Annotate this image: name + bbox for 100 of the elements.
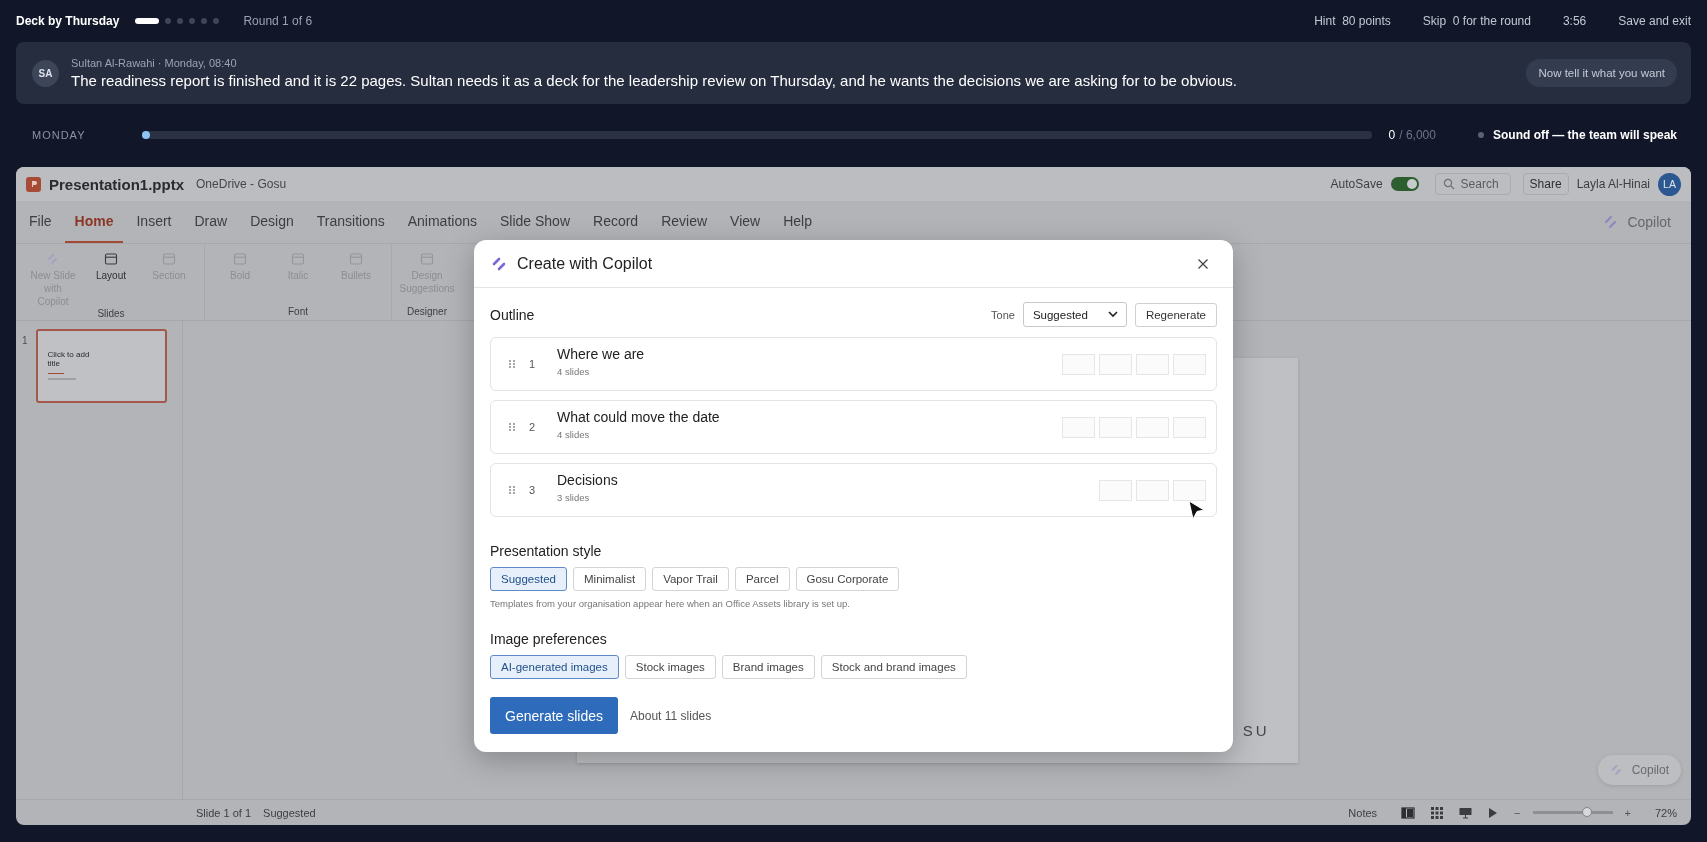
close-icon[interactable] (1197, 257, 1209, 270)
style-heading: Presentation style (490, 543, 603, 559)
zoom-thumb[interactable] (1581, 807, 1592, 817)
layout-icon (233, 252, 247, 266)
slide-preview (1099, 353, 1132, 375)
search-icon (1442, 178, 1455, 190)
zoom-out-button[interactable]: − (1514, 806, 1521, 819)
notes-button[interactable]: Notes (1348, 806, 1378, 819)
file-location: OneDrive - Gosu (196, 177, 287, 191)
regenerate-button[interactable]: Regenerate (1134, 302, 1217, 327)
layout-icon (104, 252, 118, 266)
style-option[interactable]: Parcel (734, 567, 790, 591)
timer: 3:56 (1562, 14, 1587, 28)
slide-preview (1099, 479, 1132, 501)
section-slide-count: 4 slides (557, 428, 591, 440)
ribbon-tab[interactable]: Design (240, 201, 304, 243)
message-meta: Sultan Al-Rawahi · Monday, 08:40 (71, 57, 238, 69)
section-number: 2 (529, 421, 537, 433)
slide-preview (1099, 416, 1132, 438)
sound-status: Sound off — the team will speak (1492, 128, 1677, 142)
zoom-in-button[interactable]: + (1624, 806, 1631, 819)
search-field[interactable]: Search (1434, 173, 1511, 195)
slide-preview (1173, 416, 1206, 438)
outline-section-card[interactable]: 1 Where we are 4 slides (490, 337, 1217, 391)
ribbon-tab[interactable]: Review (651, 201, 718, 243)
image-option[interactable]: Stock images (624, 655, 716, 679)
ribbon-tab[interactable]: Transitions (306, 201, 395, 243)
generate-button[interactable]: Generate slides (490, 697, 619, 734)
style-option[interactable]: Vapor Trail (652, 567, 729, 591)
section-number: 3 (529, 484, 537, 496)
tone-label: Tone (991, 308, 1015, 321)
outline-heading: Outline (490, 306, 535, 323)
style-option[interactable]: Minimalist (573, 567, 647, 591)
layout-icon (420, 252, 434, 266)
play-icon[interactable] (1488, 806, 1499, 819)
image-option[interactable]: AI-generated images (490, 655, 619, 679)
score: 0 (1388, 128, 1396, 142)
tone-dropdown[interactable]: Suggested (1022, 302, 1127, 327)
outline-section-card[interactable]: 2 What could move the date 4 slides (490, 400, 1217, 454)
ribbon-tab[interactable]: Draw (184, 201, 238, 243)
drag-handle-icon[interactable] (509, 486, 515, 494)
section-slide-count: 4 slides (557, 365, 591, 377)
day-label: MONDAY (31, 129, 87, 141)
ribbon-tab[interactable]: Record (583, 201, 649, 243)
ribbon-tab[interactable]: Slide Show (489, 201, 580, 243)
dialog-title: Create with Copilot (517, 254, 653, 273)
ribbon-tab[interactable]: View (720, 201, 771, 243)
share-button[interactable]: Share (1522, 173, 1569, 195)
ribbon-group-label: Font (288, 306, 308, 317)
slide-preview (1173, 353, 1206, 375)
ribbon-tab[interactable]: Animations (397, 201, 487, 243)
ribbon-tab[interactable]: Insert (126, 201, 182, 243)
skip-button[interactable]: Skip 0 for the round (1422, 14, 1531, 28)
ribbon-tab[interactable]: File (19, 201, 62, 243)
style-option[interactable]: Suggested (490, 567, 567, 591)
layout-icon (291, 252, 305, 266)
ribbon-tab[interactable]: Home (64, 201, 124, 243)
slide-preview (1062, 416, 1095, 438)
section-slide-count: 3 slides (557, 491, 591, 503)
autosave-label: AutoSave (1330, 177, 1383, 191)
section-title: Where we are (557, 345, 645, 362)
slide-preview (1136, 416, 1169, 438)
copilot-button[interactable]: Copilot (1603, 201, 1691, 243)
file-name: Presentation1.pptx (49, 175, 185, 193)
grid-view-icon[interactable] (1431, 806, 1444, 819)
normal-view-icon[interactable] (1401, 806, 1416, 819)
save-exit-button[interactable]: Save and exit (1618, 14, 1691, 28)
ribbon-tab[interactable]: Help (773, 201, 822, 243)
sender-avatar: SA (32, 59, 59, 87)
game-title: Deck by Thursday (16, 14, 120, 28)
autosave-toggle[interactable] (1390, 177, 1419, 191)
slide-preview (1136, 479, 1169, 501)
section-title: What could move the date (557, 408, 720, 425)
section-title: Decisions (557, 471, 618, 488)
ribbon-group-label: Designer (407, 306, 447, 317)
slide-thumbnail[interactable]: Click to add title (35, 329, 167, 403)
slide-preview (1173, 479, 1206, 501)
user-avatar[interactable]: LA (1658, 172, 1681, 196)
copilot-icon (1609, 764, 1624, 776)
design-name: Suggested (263, 806, 316, 819)
score-total: / 6,000 (1399, 128, 1436, 142)
drag-handle-icon[interactable] (509, 360, 515, 368)
style-option[interactable]: Gosu Corporate (795, 567, 900, 591)
drag-handle-icon[interactable] (509, 423, 515, 431)
image-option[interactable]: Brand images (721, 655, 815, 679)
reply-button[interactable]: Now tell it what you want (1526, 59, 1677, 87)
layout-icon (162, 252, 176, 266)
message-text: The readiness report is finished and it is 22 pages. Sultan needs it as a deck for the leadership review on Thursday, and he wants the decisions we are asking for to be obvious. (71, 72, 1238, 89)
hint-button[interactable]: Hint 80 points (1314, 14, 1391, 28)
section-number: 1 (529, 358, 537, 370)
chevron-down-icon (1107, 311, 1118, 318)
copilot-button[interactable]: Copilot (1597, 755, 1681, 785)
ribbon-group-label: Slides (97, 308, 125, 319)
ribbon-button[interactable]: Layout (86, 252, 136, 308)
outline-section-card[interactable]: 3 Decisions 3 slides (490, 463, 1217, 517)
zoom-level: 72% (1654, 806, 1677, 819)
image-option[interactable]: Stock and brand images (820, 655, 967, 679)
slide-estimate: About 11 slides (630, 708, 712, 723)
reading-view-icon[interactable] (1459, 806, 1473, 819)
slide-preview (1136, 353, 1169, 375)
